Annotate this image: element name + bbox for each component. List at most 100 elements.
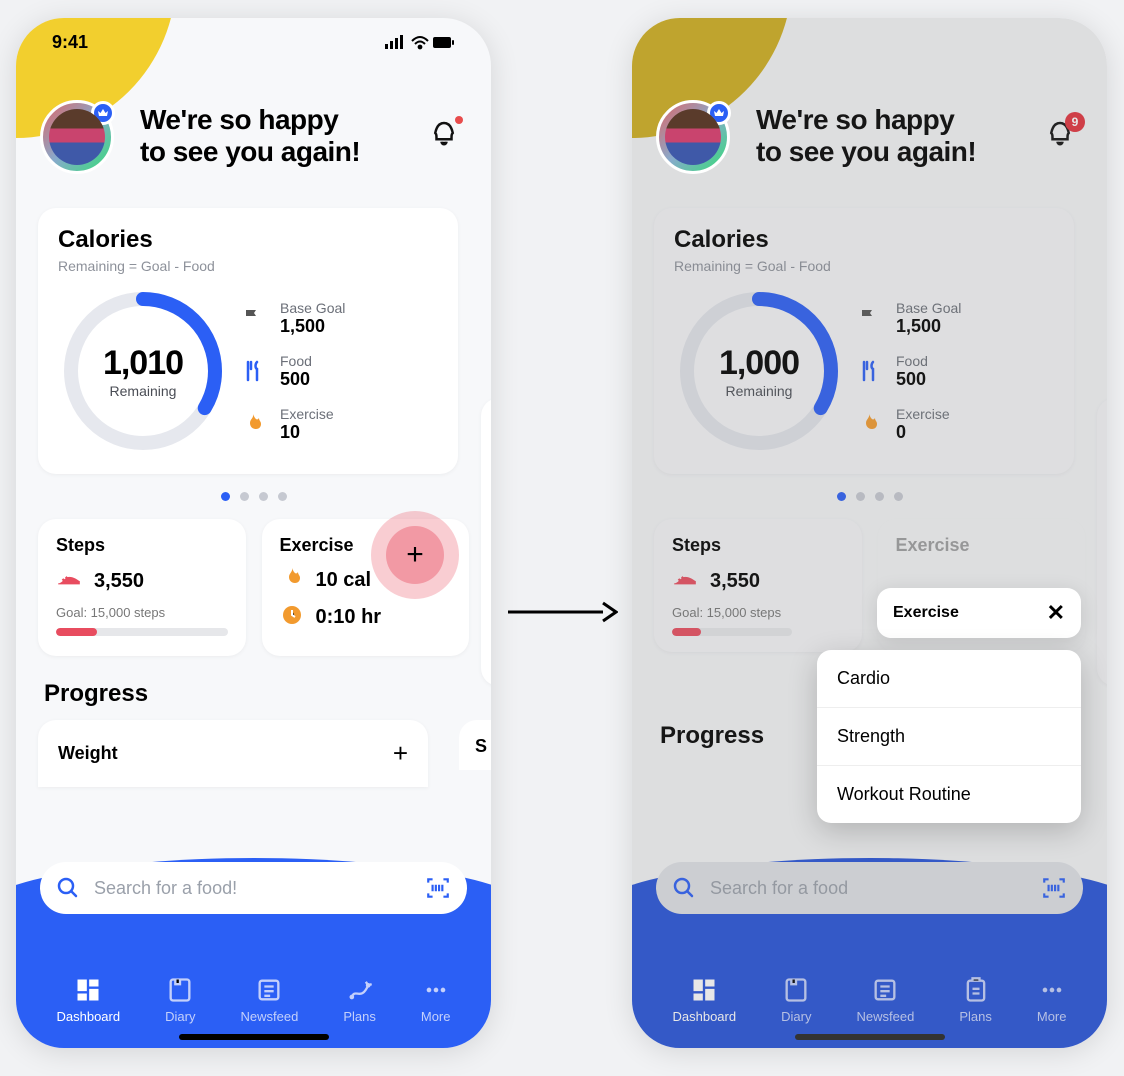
calorie-ring: 1,010 Remaining bbox=[58, 286, 228, 456]
steps-title: Steps bbox=[672, 535, 844, 556]
steps-value: 3,550 bbox=[94, 570, 144, 593]
notification-badge: 9 bbox=[1065, 112, 1085, 132]
avatar[interactable] bbox=[656, 100, 730, 174]
battery-icon bbox=[433, 37, 454, 48]
remaining-value: 1,010 bbox=[103, 344, 183, 383]
flame-icon bbox=[856, 411, 882, 437]
steps-progress bbox=[56, 628, 228, 636]
exercise-popup-header: Exercise ✕ bbox=[877, 588, 1081, 638]
steps-value: 3,550 bbox=[710, 570, 760, 593]
avatar[interactable] bbox=[40, 100, 114, 174]
steps-card[interactable]: Steps 3,550 Goal: 15,000 steps bbox=[654, 519, 862, 652]
add-weight-button[interactable]: + bbox=[393, 738, 408, 769]
search-icon bbox=[56, 876, 80, 900]
cellular-icon bbox=[385, 35, 403, 49]
search-bar[interactable] bbox=[40, 862, 467, 914]
status-icons bbox=[385, 32, 455, 53]
calorie-ring: 1,000 Remaining bbox=[674, 286, 844, 456]
search-input[interactable] bbox=[94, 878, 411, 899]
calories-card[interactable]: Calories Remaining = Goal - Food 1,000 R… bbox=[654, 208, 1074, 474]
crown-icon bbox=[713, 107, 725, 119]
bell-icon bbox=[429, 118, 459, 148]
premium-badge bbox=[91, 101, 115, 125]
card-peek[interactable] bbox=[1097, 398, 1107, 686]
steps-progress bbox=[672, 628, 792, 636]
metric-base-goal: Base Goal1,500 bbox=[856, 300, 1054, 337]
calories-title: Calories bbox=[58, 226, 438, 254]
plus-icon: + bbox=[386, 526, 444, 584]
flag-icon bbox=[856, 305, 882, 331]
metric-food: Food500 bbox=[856, 353, 1054, 390]
progress-header: Progress bbox=[44, 680, 469, 708]
exercise-cal: 10 cal bbox=[316, 569, 372, 592]
remaining-label: Remaining bbox=[110, 383, 177, 399]
greeting-text: We're so happy to see you again! bbox=[140, 104, 360, 168]
status-bar: 9:41 bbox=[16, 32, 491, 53]
barcode-icon[interactable] bbox=[425, 875, 451, 901]
bottom-nav: Dashboard Diary Newsfeed Plans More bbox=[16, 846, 491, 1048]
steps-card[interactable]: Steps 3,550 Goal: 15,000 steps bbox=[38, 519, 246, 656]
search-input[interactable] bbox=[710, 878, 1027, 899]
home-indicator[interactable] bbox=[179, 1034, 329, 1040]
tab-diary[interactable]: Diary bbox=[781, 976, 811, 1024]
tab-diary[interactable]: Diary bbox=[165, 976, 195, 1024]
exercise-type-menu: Cardio Strength Workout Routine bbox=[817, 650, 1081, 823]
menu-item-routine[interactable]: Workout Routine bbox=[817, 766, 1081, 823]
remaining-label: Remaining bbox=[726, 383, 793, 399]
card-peek[interactable] bbox=[481, 398, 491, 686]
shoe-icon bbox=[56, 566, 82, 597]
barcode-icon[interactable] bbox=[1041, 875, 1067, 901]
metric-exercise: Exercise10 bbox=[240, 406, 438, 443]
flag-icon bbox=[240, 305, 266, 331]
premium-badge bbox=[707, 101, 731, 125]
notification-button[interactable]: 9 bbox=[1045, 118, 1079, 152]
clock-icon bbox=[280, 603, 304, 632]
steps-title: Steps bbox=[56, 535, 228, 556]
bottom-nav: Dashboard Diary Newsfeed Plans More bbox=[632, 846, 1107, 1048]
metric-base-goal: Base Goal1,500 bbox=[240, 300, 438, 337]
steps-goal: Goal: 15,000 steps bbox=[672, 605, 844, 620]
page-dots[interactable] bbox=[38, 492, 469, 501]
fork-icon bbox=[856, 358, 882, 384]
calories-subtitle: Remaining = Goal - Food bbox=[58, 258, 438, 274]
tab-plans[interactable]: Plans bbox=[343, 976, 376, 1024]
calories-title: Calories bbox=[674, 226, 1054, 254]
tab-newsfeed[interactable]: Newsfeed bbox=[856, 976, 914, 1024]
calories-subtitle: Remaining = Goal - Food bbox=[674, 258, 1054, 274]
tab-newsfeed[interactable]: Newsfeed bbox=[240, 976, 298, 1024]
close-icon[interactable]: ✕ bbox=[1047, 600, 1065, 626]
calories-card[interactable]: Calories Remaining = Goal - Food 1,010 R… bbox=[38, 208, 458, 474]
menu-item-strength[interactable]: Strength bbox=[817, 708, 1081, 766]
status-time: 9:41 bbox=[52, 32, 88, 53]
tab-more[interactable]: More bbox=[421, 976, 451, 1024]
metric-exercise: Exercise0 bbox=[856, 406, 1054, 443]
metric-food: Food500 bbox=[240, 353, 438, 390]
tab-dashboard[interactable]: Dashboard bbox=[57, 976, 121, 1024]
add-exercise-button[interactable]: + bbox=[371, 511, 459, 599]
weight-title: Weight bbox=[58, 743, 118, 764]
exercise-time: 0:10 hr bbox=[316, 606, 382, 629]
remaining-value: 1,000 bbox=[719, 344, 799, 383]
phone-screen-left: 9:41 We're so happy to see you again! Ca… bbox=[16, 18, 491, 1048]
transition-arrow bbox=[508, 594, 618, 636]
flame-icon bbox=[280, 566, 304, 595]
weight-card[interactable]: Weight + bbox=[38, 720, 428, 787]
tab-more[interactable]: More bbox=[1037, 976, 1067, 1024]
steps-goal: Goal: 15,000 steps bbox=[56, 605, 228, 620]
tab-dashboard[interactable]: Dashboard bbox=[673, 976, 737, 1024]
home-indicator[interactable] bbox=[795, 1034, 945, 1040]
crown-icon bbox=[97, 107, 109, 119]
search-bar[interactable] bbox=[656, 862, 1083, 914]
wifi-icon bbox=[412, 37, 428, 48]
fork-icon bbox=[240, 358, 266, 384]
notification-button[interactable] bbox=[429, 118, 463, 152]
flame-icon bbox=[240, 411, 266, 437]
exercise-card[interactable]: + Exercise 10 cal 0:10 hr bbox=[262, 519, 470, 656]
shoe-icon bbox=[672, 566, 698, 597]
tab-plans[interactable]: Plans bbox=[959, 976, 992, 1024]
weight-peek[interactable]: S bbox=[459, 720, 491, 770]
search-icon bbox=[672, 876, 696, 900]
page-dots[interactable] bbox=[654, 492, 1085, 501]
menu-item-cardio[interactable]: Cardio bbox=[817, 650, 1081, 708]
greeting-text: We're so happy to see you again! bbox=[756, 104, 976, 168]
